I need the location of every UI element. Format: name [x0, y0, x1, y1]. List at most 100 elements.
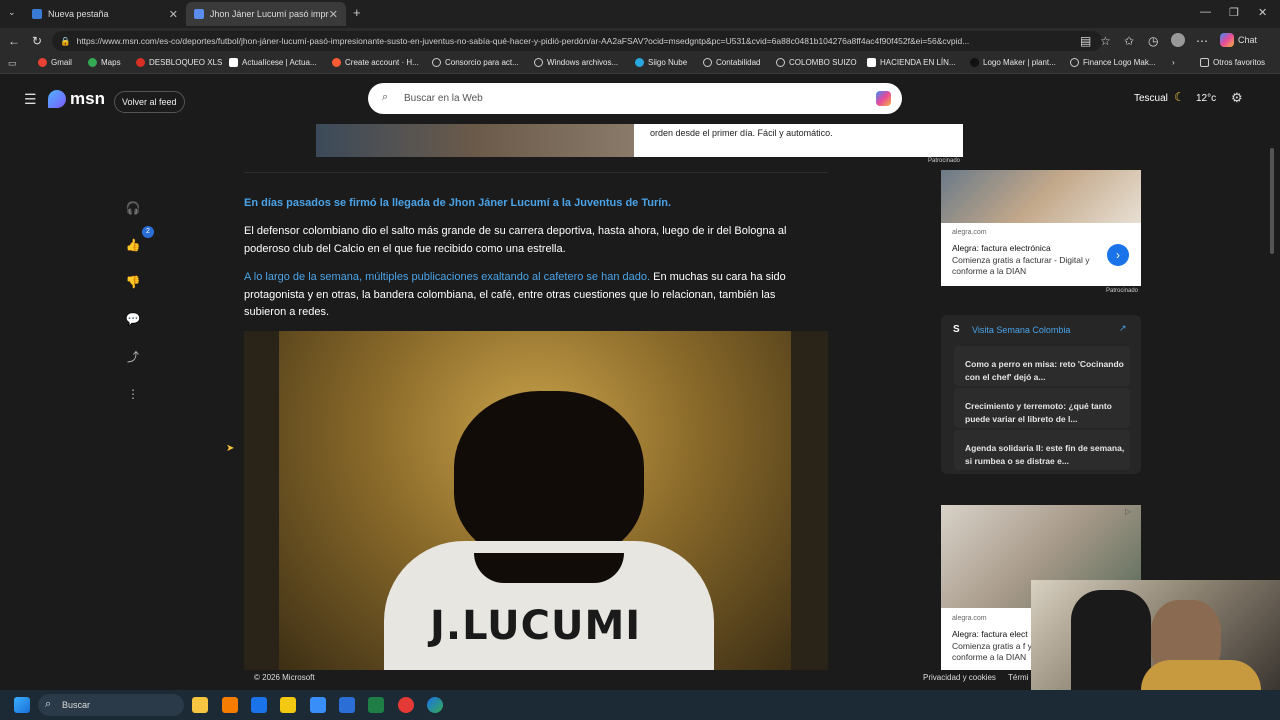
like-icon[interactable]: 👍 — [124, 236, 142, 254]
bookmark-icon — [136, 58, 145, 67]
tab-actions-icon[interactable]: ⌄ — [8, 7, 16, 18]
bookmark-create-account[interactable]: Create account · H... — [332, 58, 419, 67]
bookmark-hacienda[interactable]: HACIENDA EN LÍN... — [867, 58, 956, 67]
semana-headline[interactable]: Crecimiento y terremoto: ¿qué tanto pued… — [965, 400, 1125, 426]
bookmark-finance-logo[interactable]: Finance Logo Mak... — [1070, 58, 1155, 67]
maximize-icon[interactable]: ❐ — [1229, 6, 1239, 19]
msn-butterfly-icon[interactable] — [48, 90, 66, 108]
close-icon[interactable]: ✕ — [169, 8, 178, 21]
bookmark-consorcio[interactable]: Consorcio para act... — [432, 58, 519, 67]
sticky-notes-icon[interactable] — [280, 697, 296, 713]
msn-logo[interactable]: msn — [70, 89, 105, 109]
weather-temp[interactable]: 12°c — [1196, 93, 1216, 104]
ad-domain: alegra.com — [952, 229, 987, 236]
ad-info-icon[interactable]: ▷ — [1125, 507, 1131, 516]
player-head — [454, 391, 644, 561]
bookmark-siigo[interactable]: Siigo Nube — [635, 58, 687, 67]
article-lead[interactable]: En días pasados se firmó la llegada de J… — [244, 195, 814, 213]
more-icon[interactable]: ⋯ — [1196, 34, 1208, 48]
player-neck — [474, 553, 624, 583]
windows-start-icon[interactable] — [14, 697, 30, 713]
terms-link[interactable]: Térmi — [1008, 673, 1028, 682]
external-link-icon[interactable]: ↗ — [1119, 323, 1127, 334]
copilot-icon[interactable] — [876, 91, 891, 106]
edge-icon[interactable] — [427, 697, 443, 713]
file-explorer-icon[interactable] — [192, 697, 208, 713]
bookmark-icon — [229, 58, 238, 67]
windows-taskbar: ⌕ Buscar — [0, 690, 1280, 720]
article-paragraph: A lo largo de la semana, múltiples publi… — [244, 269, 814, 322]
bookmark-icon — [970, 58, 979, 67]
globe-icon — [432, 58, 441, 67]
bookmark-colombo[interactable]: COLOMBO SUIZO — [776, 58, 857, 67]
dislike-icon[interactable]: 👎 — [124, 273, 142, 291]
other-favorites[interactable]: Otros favoritos — [1200, 58, 1265, 67]
copilot-icon[interactable] — [1220, 33, 1234, 47]
taskbar-search[interactable]: ⌕ Buscar — [38, 694, 184, 716]
bookmarks-overflow-icon[interactable]: › — [1172, 58, 1175, 67]
back-icon[interactable]: ← — [8, 34, 20, 48]
favorite-star-icon[interactable]: ☆ — [1100, 34, 1111, 48]
gmail-icon — [38, 58, 47, 67]
bookmark-actualicese[interactable]: Actualícese | Actua... — [229, 58, 317, 67]
globe-icon — [776, 58, 785, 67]
ad-arrow-button[interactable]: › — [1107, 244, 1129, 266]
search-icon: ⌕ — [382, 91, 389, 103]
weather-location[interactable]: Tescual — [1134, 93, 1168, 104]
url-field[interactable]: 🔒 https://www.msn.com/es-co/deportes/fut… — [52, 31, 1102, 51]
bookmark-contabilidad[interactable]: Contabilidad — [703, 58, 760, 67]
semana-header-link[interactable]: Visita Semana Colombia — [972, 325, 1070, 335]
bookmark-maps[interactable]: Maps — [88, 58, 121, 67]
privacy-link[interactable]: Privacidad y cookies — [923, 673, 996, 682]
profile-avatar[interactable] — [1171, 33, 1185, 47]
top-ad-image[interactable] — [316, 124, 634, 157]
minimize-icon[interactable]: — — [1200, 6, 1211, 18]
search-input[interactable]: ⌕ Buscar en la Web — [368, 83, 902, 114]
bookmark-desbloqueo[interactable]: DESBLOQUEO XLS — [136, 58, 222, 67]
close-icon[interactable]: ✕ — [329, 8, 338, 21]
calculator-icon[interactable] — [339, 697, 355, 713]
hamburger-menu-icon[interactable]: ☰ — [24, 91, 37, 108]
article-link[interactable]: A lo largo de la semana, múltiples publi… — [244, 271, 650, 283]
article-image[interactable]: J.LUCUMI — [244, 331, 828, 670]
semana-headline[interactable]: Agenda solidaria II: este fin de semana,… — [965, 442, 1125, 468]
vlc-icon[interactable] — [222, 697, 238, 713]
tab-new-tab[interactable]: Nueva pestaña ✕ — [24, 2, 186, 26]
reader-icon[interactable]: ▤ — [1080, 34, 1091, 48]
more-options-icon[interactable]: ⋮ — [124, 385, 142, 403]
comment-icon[interactable]: 💬 — [124, 310, 142, 328]
scrollbar-thumb[interactable] — [1270, 148, 1274, 254]
settings-gear-icon[interactable]: ⚙ — [1231, 90, 1243, 106]
headphones-icon[interactable]: 🎧 — [124, 199, 142, 217]
taskbar-search-label: Buscar — [62, 700, 91, 710]
favorites-icon[interactable]: ✩ — [1124, 34, 1134, 48]
divider — [244, 172, 828, 173]
siigo-icon — [635, 58, 644, 67]
tab-title: Nueva pestaña — [48, 9, 109, 19]
new-tab-button[interactable]: + — [353, 5, 361, 20]
share-icon[interactable]: ⤴ — [124, 348, 142, 366]
right-ad-card[interactable]: alegra.com Alegra: factura electrónica C… — [941, 170, 1141, 286]
globe-icon — [703, 58, 712, 67]
refresh-icon[interactable]: ↻ — [32, 34, 42, 48]
chrome-icon[interactable] — [398, 697, 414, 713]
semana-logo-icon: S — [953, 324, 960, 335]
right-ad-image — [941, 170, 1141, 223]
globe-icon — [534, 58, 543, 67]
window-close-icon[interactable]: ✕ — [1258, 6, 1267, 19]
app-icon[interactable] — [310, 697, 326, 713]
back-to-feed-button[interactable]: Volver al feed — [114, 91, 185, 113]
app-icon[interactable] — [251, 697, 267, 713]
ad-title: Alegra: factura electrónica — [952, 243, 1051, 253]
tab-article[interactable]: Jhon Jáner Lucumí pasó impresion ✕ — [186, 2, 346, 26]
top-ad-text-panel[interactable]: orden desde el primer día. Fácil y autom… — [634, 124, 963, 157]
bookmark-gmail[interactable]: Gmail — [38, 58, 72, 67]
bookmark-windows[interactable]: Windows archivos... — [534, 58, 618, 67]
sidebar-toggle-icon[interactable]: ▭ — [8, 58, 17, 69]
bookmark-logo-maker[interactable]: Logo Maker | plant... — [970, 58, 1056, 67]
chat-button[interactable]: Chat — [1238, 35, 1257, 45]
lock-icon: 🔒 — [60, 35, 71, 46]
semana-headline[interactable]: Como a perro en misa: reto 'Cocinando co… — [965, 358, 1125, 384]
excel-icon[interactable] — [368, 697, 384, 713]
history-icon[interactable]: ◷ — [1148, 34, 1158, 48]
